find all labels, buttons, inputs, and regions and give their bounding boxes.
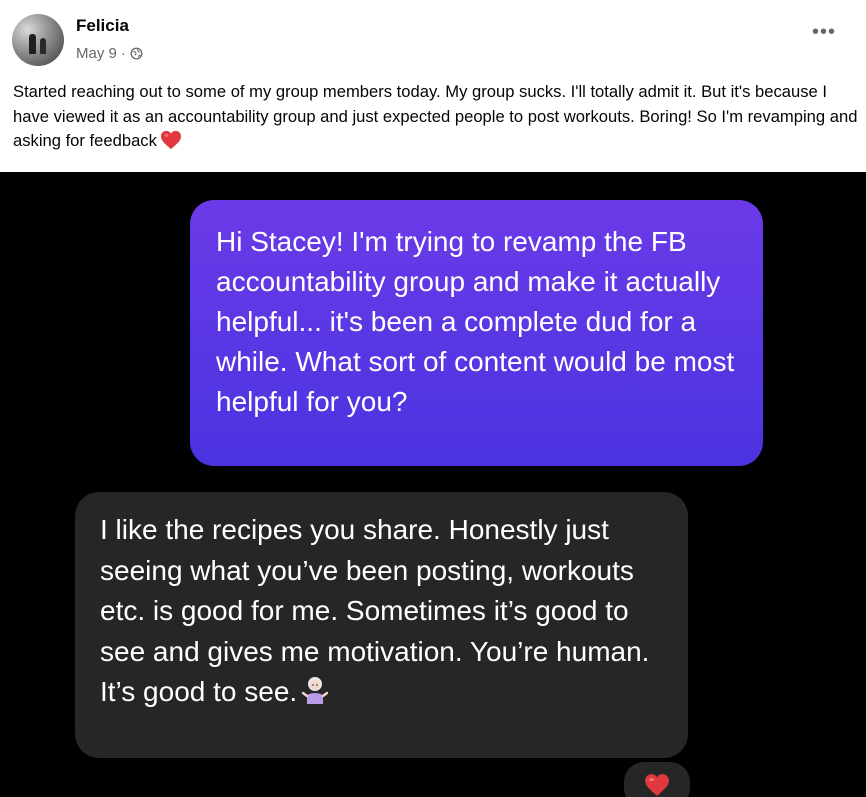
- incoming-message-text: I like the recipes you share. Honestly j…: [100, 514, 650, 707]
- meta-separator: ·: [120, 45, 126, 62]
- outgoing-message-text: Hi Stacey! I'm trying to revamp the FB a…: [216, 226, 735, 417]
- post-body: Started reaching out to some of my group…: [13, 80, 858, 154]
- woman-shrugging-icon: [301, 677, 329, 704]
- author-avatar[interactable]: [12, 14, 64, 66]
- post-date[interactable]: May 9: [76, 45, 117, 62]
- facebook-post-header: Felicia May 9 · ••• Started reaching out…: [0, 0, 866, 172]
- red-heart-icon: [160, 130, 181, 150]
- more-options-icon[interactable]: •••: [812, 22, 836, 42]
- author-name[interactable]: Felicia: [76, 16, 129, 36]
- message-reaction[interactable]: [621, 759, 693, 797]
- post-meta: May 9 ·: [76, 45, 143, 62]
- incoming-message-bubble[interactable]: I like the recipes you share. Honestly j…: [75, 492, 688, 758]
- incoming-message: I like the recipes you share. Honestly j…: [100, 510, 675, 713]
- post-text: Started reaching out to some of my group…: [13, 82, 858, 150]
- red-heart-icon: [645, 774, 669, 796]
- avatar-figure: [40, 38, 46, 54]
- outgoing-message-bubble[interactable]: Hi Stacey! I'm trying to revamp the FB a…: [190, 200, 763, 466]
- globe-icon[interactable]: [130, 47, 143, 60]
- chat-screenshot: Hi Stacey! I'm trying to revamp the FB a…: [0, 172, 866, 797]
- avatar-figure: [29, 34, 36, 54]
